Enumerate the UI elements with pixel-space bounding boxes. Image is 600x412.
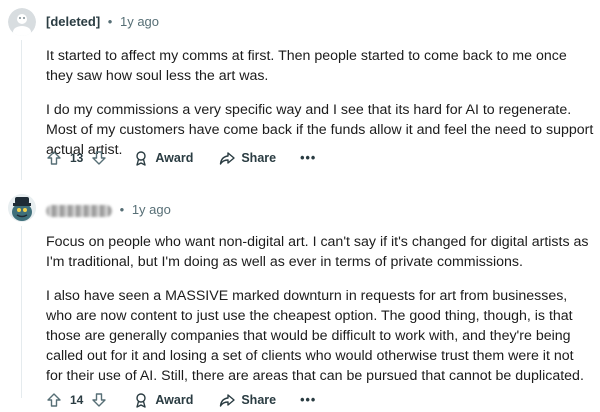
more-options-button[interactable]: ••• — [300, 393, 316, 407]
share-arrow-icon — [220, 394, 236, 407]
deleted-user-avatar-icon — [8, 8, 36, 36]
timestamp[interactable]: 1y ago — [120, 14, 159, 29]
award-ribbon-icon — [136, 393, 147, 408]
comment-meta: • 1y ago — [46, 202, 171, 217]
meta-separator: • — [107, 14, 113, 29]
award-label: Award — [155, 393, 194, 407]
avatar[interactable] — [8, 8, 36, 36]
share-arrow-icon — [220, 152, 236, 165]
timestamp[interactable]: 1y ago — [132, 202, 171, 217]
author-name[interactable]: [deleted] — [46, 14, 100, 29]
award-button[interactable]: Award — [133, 150, 193, 166]
more-options-button[interactable]: ••• — [300, 151, 316, 165]
meta-separator: • — [119, 202, 125, 217]
share-button[interactable]: Share — [219, 150, 276, 166]
share-button[interactable]: Share — [219, 392, 276, 408]
downvote-button[interactable] — [91, 150, 107, 166]
upvote-arrow-icon — [47, 393, 61, 407]
comment-paragraph: Focus on people who want non-digital art… — [46, 234, 589, 270]
vote-group: 13 — [46, 150, 107, 166]
comment-actions: 13 Award Share ••• — [46, 146, 316, 170]
comment-actions: 14 Award Share ••• — [46, 388, 316, 412]
downvote-button[interactable] — [91, 392, 107, 408]
comment-paragraph: I also have seen a MASSIVE marked downtu… — [46, 288, 584, 384]
user-avatar-icon — [8, 194, 36, 222]
comment-body: Focus on people who want non-digital art… — [46, 232, 594, 400]
share-label: Share — [241, 151, 277, 165]
avatar[interactable] — [8, 194, 36, 222]
vote-score: 14 — [70, 393, 84, 407]
thread-line[interactable] — [21, 226, 22, 398]
comment-paragraph: It started to affect my comms at first. … — [46, 48, 567, 84]
vote-score: 13 — [70, 151, 84, 165]
share-label: Share — [241, 393, 277, 407]
upvote-arrow-icon — [47, 151, 61, 165]
comment-meta: [deleted] • 1y ago — [46, 14, 159, 29]
award-ribbon-icon — [136, 151, 147, 166]
vote-group: 14 — [46, 392, 107, 408]
upvote-button[interactable] — [46, 150, 62, 166]
thread-line[interactable] — [21, 40, 22, 180]
downvote-arrow-icon — [92, 393, 107, 407]
upvote-button[interactable] — [46, 392, 62, 408]
award-label: Award — [155, 151, 194, 165]
award-button[interactable]: Award — [133, 392, 193, 408]
author-name-redacted[interactable] — [46, 204, 112, 217]
downvote-arrow-icon — [92, 151, 107, 165]
